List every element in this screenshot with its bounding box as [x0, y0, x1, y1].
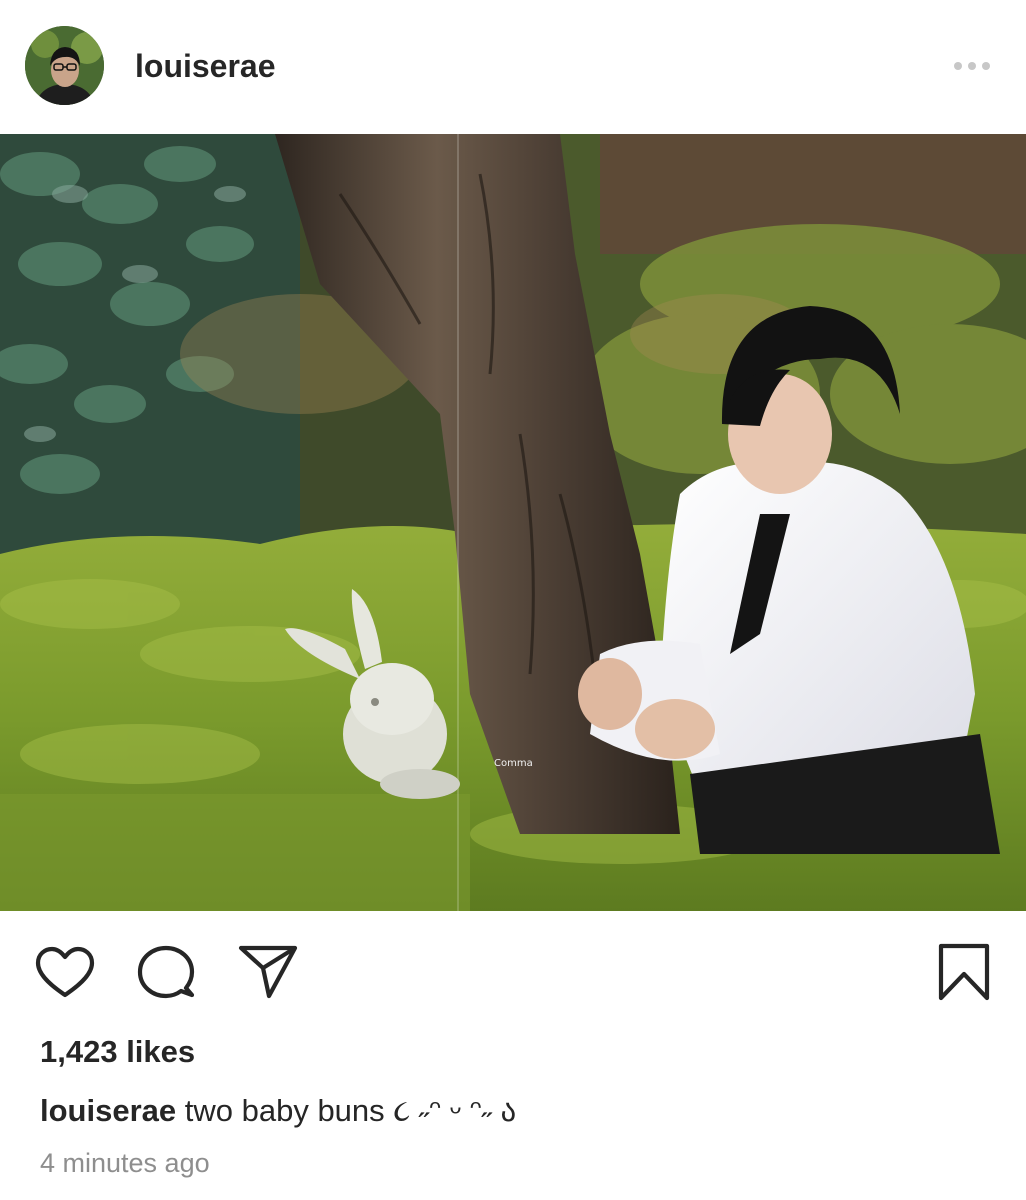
post-timestamp: 4 minutes ago [40, 1148, 210, 1178]
post-image[interactable]: Comma [0, 134, 1026, 911]
action-bar [0, 911, 1026, 1021]
heart-icon[interactable] [34, 945, 96, 999]
post-username[interactable]: louiserae [135, 46, 276, 86]
avatar[interactable] [25, 26, 104, 105]
caption-username[interactable]: louiserae [40, 1093, 176, 1128]
caption: louiserae two baby buns ૮ ˶ᵔ ᵕ ᵔ˶ ა [40, 1092, 516, 1130]
caption-text: two baby buns ૮ ˶ᵔ ᵕ ᵔ˶ ა [184, 1093, 517, 1128]
bookmark-icon[interactable] [937, 942, 991, 1002]
comment-bubble-icon[interactable] [136, 944, 196, 1000]
post-header: louiserae [0, 0, 1026, 134]
paper-plane-icon[interactable] [238, 944, 298, 1000]
more-options-icon[interactable] [950, 56, 994, 76]
image-watermark: Comma [494, 758, 533, 769]
avatar-image [25, 26, 104, 105]
likes-count[interactable]: 1,423 likes [40, 1034, 195, 1070]
